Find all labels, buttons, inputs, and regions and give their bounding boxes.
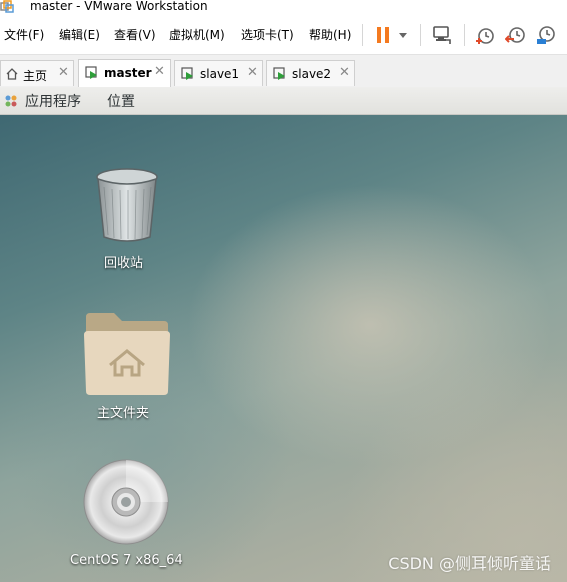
dropdown-arrow-icon[interactable] (396, 24, 410, 46)
tab-slave1[interactable]: slave1 ✕ (174, 60, 263, 86)
home-folder-label[interactable]: 主文件夹 (97, 402, 149, 421)
applications-menu-icon[interactable] (4, 94, 18, 108)
close-icon[interactable]: ✕ (339, 65, 350, 80)
tab-slave2[interactable]: slave2 ✕ (266, 60, 355, 86)
home-folder-icon[interactable] (84, 313, 170, 395)
close-icon[interactable]: ✕ (247, 65, 258, 80)
manage-snapshots-icon[interactable] (535, 24, 557, 46)
menu-tabs[interactable]: 选项卡(T) (241, 26, 294, 43)
tab-master[interactable]: master ✕ (78, 59, 171, 87)
menu-vm[interactable]: 虚拟机(M) (169, 26, 225, 43)
tab-bar: 主页 ✕ master ✕ slave1 ✕ slave2 ✕ (0, 55, 567, 88)
gnome-top-panel: 应用程序 位置 (0, 87, 567, 115)
close-icon[interactable]: ✕ (154, 64, 165, 79)
watermark: CSDN @侧耳倾听童话 (388, 554, 551, 573)
vm-play-icon (273, 67, 285, 80)
window-title: master - VMware Workstation (30, 0, 208, 13)
revert-snapshot-icon[interactable] (505, 24, 527, 46)
close-icon[interactable]: ✕ (58, 65, 69, 80)
trash-icon[interactable] (94, 167, 160, 243)
tab-label: slave1 (200, 67, 240, 81)
toolbar-separator (420, 24, 421, 46)
menu-help[interactable]: 帮助(H) (309, 26, 351, 43)
vm-play-icon (85, 66, 97, 79)
guest-desktop[interactable]: 回收站 主文件夹 CentOS 7 x86_64 CSDN @侧耳倾听童话 (0, 115, 567, 582)
menu-file[interactable]: 文件(F) (4, 26, 44, 43)
applications-menu[interactable]: 应用程序 (25, 91, 81, 111)
tab-label: slave2 (292, 67, 332, 81)
tab-label: master (104, 66, 152, 80)
toolbar-separator (362, 24, 363, 46)
toolbar-separator (464, 24, 465, 46)
menu-edit[interactable]: 编辑(E) (59, 26, 100, 43)
cd-disc-icon[interactable] (82, 458, 170, 546)
snapshot-icon[interactable] (474, 24, 496, 46)
tab-label: 主页 (23, 69, 48, 83)
send-ctrl-alt-del-icon[interactable] (431, 24, 453, 46)
menu-bar: 文件(F) 编辑(E) 查看(V) 虚拟机(M) 选项卡(T) 帮助(H) (0, 14, 567, 55)
trash-label[interactable]: 回收站 (104, 252, 143, 271)
title-bar: master - VMware Workstation (0, 0, 567, 14)
home-icon (6, 68, 18, 80)
cd-disc-label[interactable]: CentOS 7 x86_64 (70, 553, 183, 568)
menu-view[interactable]: 查看(V) (114, 26, 156, 43)
places-menu[interactable]: 位置 (107, 91, 135, 111)
tab-home[interactable]: 主页 ✕ (0, 60, 74, 86)
vmware-logo-icon (0, 0, 14, 13)
vm-play-icon (181, 67, 193, 80)
pause-icon[interactable] (372, 24, 394, 46)
